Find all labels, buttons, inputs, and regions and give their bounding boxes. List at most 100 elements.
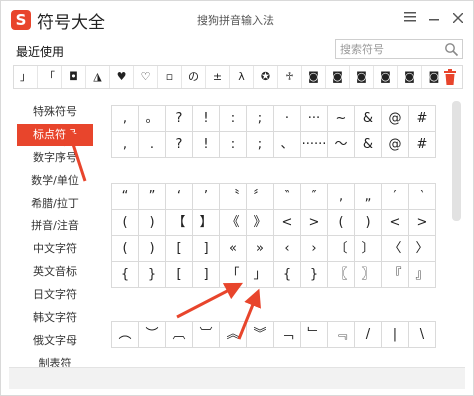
symbol-cell[interactable]: 〈	[382, 236, 409, 262]
symbol-cell[interactable]: {	[274, 262, 301, 288]
symbol-cell[interactable]: ;	[247, 106, 274, 132]
scrollbar[interactable]	[450, 97, 464, 361]
recent-symbol-cell[interactable]: ♥	[110, 66, 134, 88]
symbol-cell[interactable]: 『	[382, 262, 409, 288]
symbol-cell[interactable]: ‚	[328, 184, 355, 210]
symbol-cell[interactable]: “	[112, 184, 139, 210]
search-input[interactable]	[336, 40, 442, 58]
symbol-cell[interactable]: (	[112, 210, 139, 236]
symbol-cell[interactable]: ?	[166, 132, 193, 158]
recent-symbol-cell[interactable]: の	[182, 66, 206, 88]
symbol-cell[interactable]: ‶	[274, 184, 301, 210]
recent-symbol-cell[interactable]: ♱	[278, 66, 302, 88]
symbol-cell[interactable]: 〞	[247, 184, 274, 210]
symbol-cell[interactable]: ﹂	[301, 322, 328, 348]
symbol-cell[interactable]: ‵	[409, 184, 436, 210]
symbol-cell[interactable]: /	[355, 322, 382, 348]
symbol-cell[interactable]: <	[382, 210, 409, 236]
symbol-cell[interactable]: ″	[301, 184, 328, 210]
symbol-cell[interactable]: :	[220, 106, 247, 132]
symbol-cell[interactable]: ,	[112, 106, 139, 132]
symbol-cell[interactable]: )	[355, 210, 382, 236]
symbol-cell[interactable]: )	[139, 210, 166, 236]
category-item[interactable]: 中文字符	[17, 238, 93, 260]
scroll-thumb[interactable]	[452, 101, 461, 221]
symbol-cell[interactable]: ︵	[112, 322, 139, 348]
symbol-cell[interactable]: ]	[193, 262, 220, 288]
category-item[interactable]: 数字序号	[17, 147, 93, 169]
recent-symbol-cell[interactable]: ◙	[398, 66, 422, 88]
symbol-cell[interactable]: \	[409, 322, 436, 348]
search-box[interactable]	[335, 39, 463, 59]
symbol-cell[interactable]: ︹	[166, 322, 193, 348]
recent-symbol-cell[interactable]: λ	[230, 66, 254, 88]
category-item[interactable]: 拼音/注音	[17, 215, 93, 237]
symbol-cell[interactable]: &	[355, 132, 382, 158]
symbol-cell[interactable]: ′	[382, 184, 409, 210]
symbol-cell[interactable]: ”	[139, 184, 166, 210]
symbol-cell[interactable]: @	[382, 106, 409, 132]
recent-symbol-cell[interactable]: 「	[38, 66, 62, 88]
symbol-cell[interactable]: ︽	[220, 322, 247, 348]
symbol-cell[interactable]: ~	[328, 106, 355, 132]
symbol-cell[interactable]: 〕	[355, 236, 382, 262]
symbol-cell[interactable]: ;	[247, 132, 274, 158]
menu-button[interactable]	[399, 7, 421, 29]
symbol-cell[interactable]: .	[139, 132, 166, 158]
category-item[interactable]: 特殊符号	[17, 101, 93, 123]
symbol-cell[interactable]: |	[382, 322, 409, 348]
symbol-cell[interactable]: 】	[193, 210, 220, 236]
symbol-cell[interactable]: {	[112, 262, 139, 288]
symbol-cell[interactable]: ?	[166, 106, 193, 132]
symbol-cell[interactable]: }	[139, 262, 166, 288]
symbol-cell[interactable]: !	[193, 132, 220, 158]
category-item[interactable]: 英文音标	[17, 261, 93, 283]
symbol-cell[interactable]: 〔	[328, 236, 355, 262]
symbol-cell[interactable]: ‹	[274, 236, 301, 262]
symbol-cell[interactable]: }	[301, 262, 328, 288]
symbol-cell[interactable]: ›	[301, 236, 328, 262]
close-button[interactable]	[447, 7, 469, 29]
recent-symbol-cell[interactable]: ◙	[302, 66, 326, 88]
symbol-cell[interactable]: !	[193, 106, 220, 132]
symbol-cell[interactable]: ﹁	[274, 322, 301, 348]
symbol-cell[interactable]: 、	[274, 132, 301, 158]
symbol-cell[interactable]: ···	[301, 106, 328, 132]
recent-symbol-cell[interactable]: ◙	[374, 66, 398, 88]
recent-symbol-cell[interactable]: 」	[14, 66, 38, 88]
symbol-cell[interactable]: 「	[220, 262, 247, 288]
symbol-cell[interactable]: 〝	[220, 184, 247, 210]
symbol-cell[interactable]: 』	[409, 262, 436, 288]
symbol-cell[interactable]: ～	[328, 132, 355, 158]
recent-symbol-cell[interactable]: ◮	[86, 66, 110, 88]
symbol-cell[interactable]: 【	[166, 210, 193, 236]
symbol-cell[interactable]: ‘	[166, 184, 193, 210]
symbol-cell[interactable]: 〖	[328, 262, 355, 288]
search-icon[interactable]	[444, 42, 459, 57]
symbol-cell[interactable]: >	[301, 210, 328, 236]
symbol-cell[interactable]: ·	[274, 106, 301, 132]
symbol-cell[interactable]: :	[220, 132, 247, 158]
symbol-cell[interactable]: 。	[139, 106, 166, 132]
symbol-cell[interactable]: )	[139, 236, 166, 262]
recent-symbol-cell[interactable]: ✪	[254, 66, 278, 88]
recent-symbol-cell[interactable]: ♡	[134, 66, 158, 88]
symbol-cell[interactable]: „	[355, 184, 382, 210]
symbol-cell[interactable]: <	[274, 210, 301, 236]
recent-symbol-cell[interactable]: ◘	[62, 66, 86, 88]
symbol-cell[interactable]: ]	[193, 236, 220, 262]
symbol-cell[interactable]: ,	[112, 132, 139, 158]
category-item[interactable]: 标点符号	[17, 123, 93, 146]
symbol-cell[interactable]: &	[355, 106, 382, 132]
trash-icon[interactable]	[442, 68, 458, 86]
symbol-cell[interactable]: ﹃	[328, 322, 355, 348]
symbol-cell[interactable]: «	[220, 236, 247, 262]
category-item[interactable]: 数学/单位	[17, 170, 93, 192]
category-item[interactable]: 俄文字母	[17, 330, 93, 352]
recent-symbol-cell[interactable]: ±	[206, 66, 230, 88]
symbol-cell[interactable]: ︾	[247, 322, 274, 348]
symbol-cell[interactable]: ︶	[139, 322, 166, 348]
symbol-cell[interactable]: ︺	[193, 322, 220, 348]
symbol-cell[interactable]: ······	[301, 132, 328, 158]
recent-symbol-cell[interactable]: ▫	[158, 66, 182, 88]
